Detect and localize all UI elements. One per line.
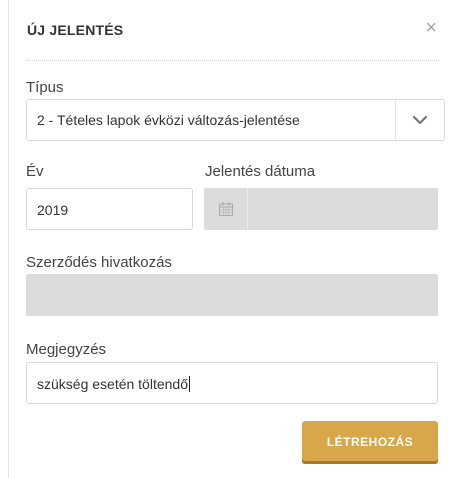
create-button[interactable]: LÉTREHOZÁS bbox=[302, 421, 438, 464]
type-label: Típus bbox=[26, 79, 64, 96]
year-input-value: 2019 bbox=[37, 202, 69, 218]
type-select[interactable]: 2 - Tételes lapok évközi változás-jelent… bbox=[26, 99, 445, 141]
chevron-down-icon[interactable] bbox=[410, 112, 430, 128]
date-addon bbox=[204, 188, 248, 230]
note-label: Megjegyzés bbox=[26, 341, 107, 358]
type-select-value: 2 - Tételes lapok évközi változás-jelent… bbox=[37, 112, 300, 128]
dialog-title: ÚJ JELENTÉS bbox=[27, 22, 124, 38]
year-label: Év bbox=[26, 163, 44, 180]
year-input[interactable]: 2019 bbox=[26, 188, 193, 230]
select-divider bbox=[395, 100, 396, 140]
text-cursor bbox=[189, 376, 190, 392]
dialog-header: ÚJ JELENTÉS × bbox=[27, 18, 439, 61]
report-date-label: Jelentés dátuma bbox=[205, 163, 316, 180]
report-date-field bbox=[204, 188, 438, 230]
calendar-icon bbox=[219, 202, 233, 216]
close-icon[interactable]: × bbox=[425, 18, 437, 38]
note-input[interactable]: szükség esetén töltendő bbox=[26, 362, 438, 404]
note-input-value: szükség esetén töltendő bbox=[37, 376, 188, 392]
new-report-dialog: ÚJ JELENTÉS × bbox=[8, 0, 451, 478]
contract-ref-field bbox=[26, 274, 438, 316]
contract-ref-label: Szerződés hivatkozás bbox=[26, 254, 172, 271]
